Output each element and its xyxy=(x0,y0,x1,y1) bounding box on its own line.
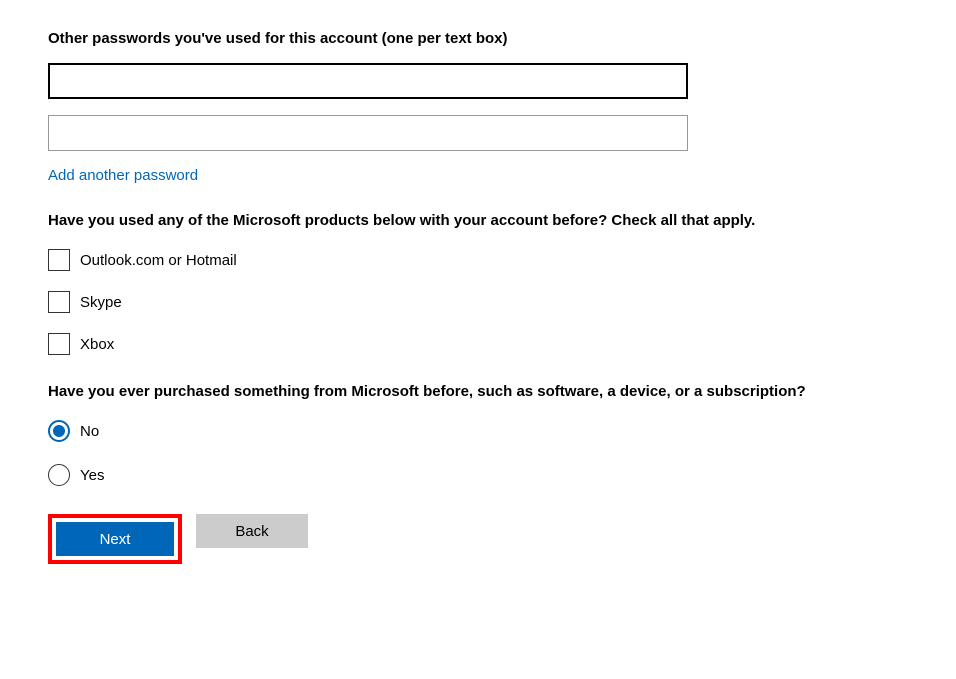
purchase-question: Have you ever purchased something from M… xyxy=(48,383,908,400)
button-row: Next Back xyxy=(48,514,908,564)
radio-no-dot xyxy=(53,425,65,437)
radio-yes[interactable] xyxy=(48,464,70,486)
radio-no[interactable] xyxy=(48,420,70,442)
radio-row-no[interactable]: No xyxy=(48,420,908,442)
checkbox-outlook[interactable] xyxy=(48,249,70,271)
password-input-2[interactable] xyxy=(48,115,688,151)
checkbox-xbox[interactable] xyxy=(48,333,70,355)
checkbox-label-skype: Skype xyxy=(80,294,122,311)
checkbox-skype[interactable] xyxy=(48,291,70,313)
next-button[interactable]: Next xyxy=(56,522,174,556)
add-password-link[interactable]: Add another password xyxy=(48,167,198,184)
radio-label-yes: Yes xyxy=(80,467,104,484)
checkbox-row-skype[interactable]: Skype xyxy=(48,291,908,313)
passwords-label: Other passwords you've used for this acc… xyxy=(48,30,908,47)
next-button-highlight: Next xyxy=(48,514,182,564)
back-button[interactable]: Back xyxy=(196,514,308,548)
products-question: Have you used any of the Microsoft produ… xyxy=(48,212,908,229)
checkbox-label-outlook: Outlook.com or Hotmail xyxy=(80,252,237,269)
radio-row-yes[interactable]: Yes xyxy=(48,464,908,486)
checkbox-label-xbox: Xbox xyxy=(80,336,114,353)
radio-label-no: No xyxy=(80,423,99,440)
checkbox-row-outlook[interactable]: Outlook.com or Hotmail xyxy=(48,249,908,271)
checkbox-row-xbox[interactable]: Xbox xyxy=(48,333,908,355)
password-input-1[interactable] xyxy=(48,63,688,99)
